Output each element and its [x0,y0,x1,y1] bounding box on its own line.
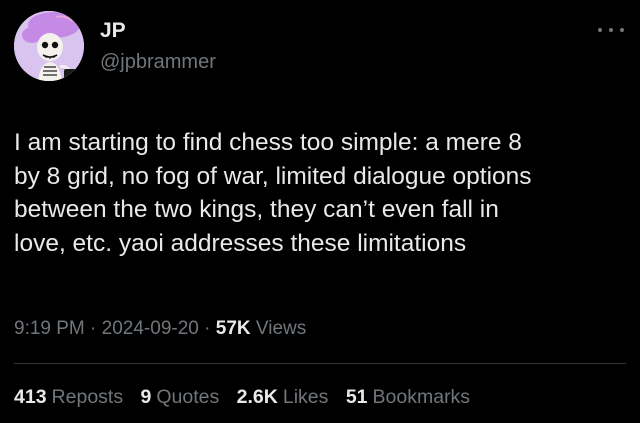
more-dot [620,28,624,32]
tweet-card: JP @jpbrammer I am starting to find ches… [0,0,640,423]
tweet-time[interactable]: 9:19 PM [14,318,85,339]
engagement-stats: 413 Reposts 9 Quotes 2.6K Likes 51 Bookmarks [14,384,482,410]
tweet-text: I am starting to find chess too simple: … [14,129,532,257]
quotes-label: Quotes [156,386,220,408]
meta-separator: · [204,318,211,339]
more-horizontal-icon[interactable] [598,20,624,40]
tweet-meta: 9:19 PM · 2024-09-20 · 57K Views [14,316,306,342]
quotes-stat[interactable]: 9 Quotes [141,386,220,408]
quotes-count: 9 [140,386,152,408]
bookmarks-count: 51 [345,386,368,408]
views-label: Views [255,318,307,339]
reposts-label: Reposts [51,386,124,408]
meta-separator: · [90,318,97,339]
bookmarks-stat[interactable]: 51 Bookmarks [346,386,470,408]
likes-count: 2.6K [236,386,278,408]
skeleton-avatar-icon [14,11,84,81]
bookmarks-label: Bookmarks [372,386,471,408]
avatar[interactable] [14,11,84,81]
more-dot [598,28,602,32]
more-dot [609,28,613,32]
author-display-name[interactable]: JP [100,19,126,43]
divider [14,363,626,364]
reposts-count: 413 [14,386,47,408]
author-handle[interactable]: @jpbrammer [100,50,216,74]
tweet-date[interactable]: 2024-09-20 [102,318,199,339]
views-count[interactable]: 57K [216,318,251,339]
likes-label: Likes [282,386,329,408]
likes-stat[interactable]: 2.6K Likes [237,386,329,408]
reposts-stat[interactable]: 413 Reposts [14,386,123,408]
